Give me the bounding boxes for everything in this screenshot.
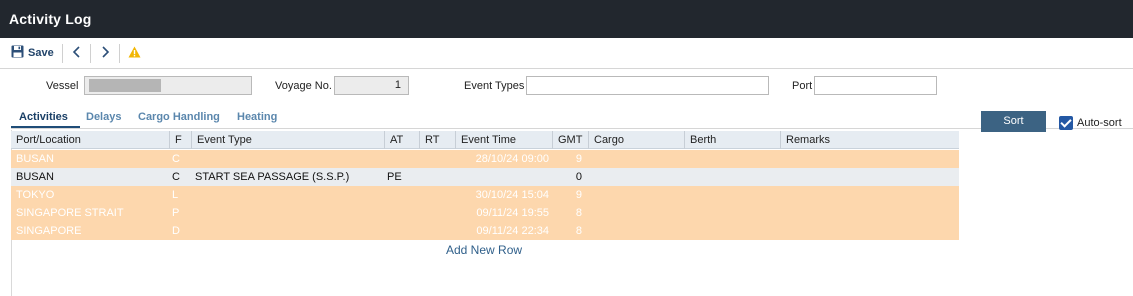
- title-bar: Activity Log: [0, 0, 1133, 38]
- vessel-value-redacted: [89, 79, 161, 92]
- cell-port: BUSAN: [16, 171, 54, 183]
- cell-port: TOKYO: [16, 189, 55, 201]
- cell-event-time: 09/11/24 22:34: [476, 225, 549, 237]
- toolbar-divider: [62, 44, 63, 63]
- cell-event-type: START SEA PASSAGE (S.S.P.): [195, 171, 350, 183]
- column-header-berth[interactable]: Berth: [684, 131, 780, 149]
- cell-f: C: [172, 171, 180, 183]
- toolbar-divider: [119, 44, 120, 63]
- save-button[interactable]: Save: [11, 44, 54, 62]
- event-types-label: Event Types: [464, 80, 525, 92]
- next-button[interactable]: [98, 44, 112, 62]
- column-header-at[interactable]: AT: [384, 131, 419, 149]
- cell-gmt: 0: [575, 171, 582, 183]
- auto-sort-checkbox[interactable]: [1059, 116, 1073, 130]
- cell-port: BUSAN: [16, 153, 54, 165]
- cell-gmt: 9: [575, 153, 582, 165]
- sort-button[interactable]: Sort: [981, 111, 1046, 132]
- column-header-cargo[interactable]: Cargo: [588, 131, 684, 149]
- cell-event-time: [457, 168, 549, 186]
- column-header-event-time[interactable]: Event Time: [455, 131, 552, 149]
- cell-gmt: 9: [575, 189, 582, 201]
- app-title: Activity Log: [9, 11, 92, 27]
- tab-heating[interactable]: Heating: [237, 111, 277, 123]
- table-row[interactable]: SINGAPORE D 09/11/24 22:34 8: [11, 222, 959, 240]
- cell-f: D: [172, 225, 180, 237]
- table-row[interactable]: TOKYO L 30/10/24 15:04 9: [11, 186, 959, 204]
- cell-at: PE: [387, 171, 402, 183]
- cell-f: P: [172, 207, 180, 219]
- tab-cargo-handling[interactable]: Cargo Handling: [138, 111, 220, 123]
- chevron-left-icon: [72, 45, 82, 61]
- cell-f: L: [172, 189, 179, 201]
- cell-event-time: 09/11/24 19:55: [476, 207, 549, 219]
- table-row[interactable]: BUSAN C START SEA PASSAGE (S.S.P.) PE 0: [11, 168, 959, 186]
- cell-port: SINGAPORE STRAIT: [16, 207, 124, 219]
- column-header-f[interactable]: F: [169, 131, 191, 149]
- port-input[interactable]: [814, 76, 937, 95]
- warning-icon: [128, 46, 141, 61]
- previous-button[interactable]: [70, 44, 84, 62]
- tab-divider: [11, 128, 1133, 129]
- chevron-right-icon: [100, 45, 110, 61]
- cell-event-time: 28/10/24 09:00: [475, 153, 549, 165]
- column-header-rt[interactable]: RT: [419, 131, 455, 149]
- event-types-input[interactable]: [526, 76, 769, 95]
- column-header-port[interactable]: Port/Location: [11, 131, 169, 149]
- column-header-gmt[interactable]: GMT: [552, 131, 588, 149]
- warning-button[interactable]: [128, 44, 141, 62]
- floppy-disk-icon: [11, 45, 24, 61]
- column-header-remarks[interactable]: Remarks: [780, 131, 959, 149]
- cell-port: SINGAPORE: [16, 225, 82, 237]
- cell-event-time: 30/10/24 15:04: [475, 189, 549, 201]
- tab-delays[interactable]: Delays: [86, 111, 121, 123]
- save-label: Save: [28, 47, 54, 59]
- auto-sort-toggle[interactable]: Auto-sort: [1059, 116, 1122, 130]
- cell-f: C: [172, 153, 180, 165]
- add-new-row-link[interactable]: Add New Row: [446, 243, 522, 257]
- tab-activities[interactable]: Activities: [19, 111, 68, 123]
- toolbar: Save: [0, 38, 1133, 69]
- cell-gmt: 8: [575, 207, 582, 219]
- voyage-field[interactable]: 1: [334, 76, 409, 95]
- cell-gmt: 8: [575, 225, 582, 237]
- column-header-event-type[interactable]: Event Type: [191, 131, 384, 149]
- grid-header: Port/Location F Event Type AT RT Event T…: [11, 131, 959, 149]
- voyage-label: Voyage No.: [275, 80, 332, 92]
- table-row[interactable]: SINGAPORE STRAIT P 09/11/24 19:55 8: [11, 204, 959, 222]
- port-label: Port: [792, 80, 813, 92]
- auto-sort-label: Auto-sort: [1077, 117, 1122, 129]
- table-row[interactable]: BUSAN C 28/10/24 09:00 9: [11, 150, 959, 168]
- vessel-label: Vessel: [46, 80, 79, 92]
- toolbar-divider: [90, 44, 91, 63]
